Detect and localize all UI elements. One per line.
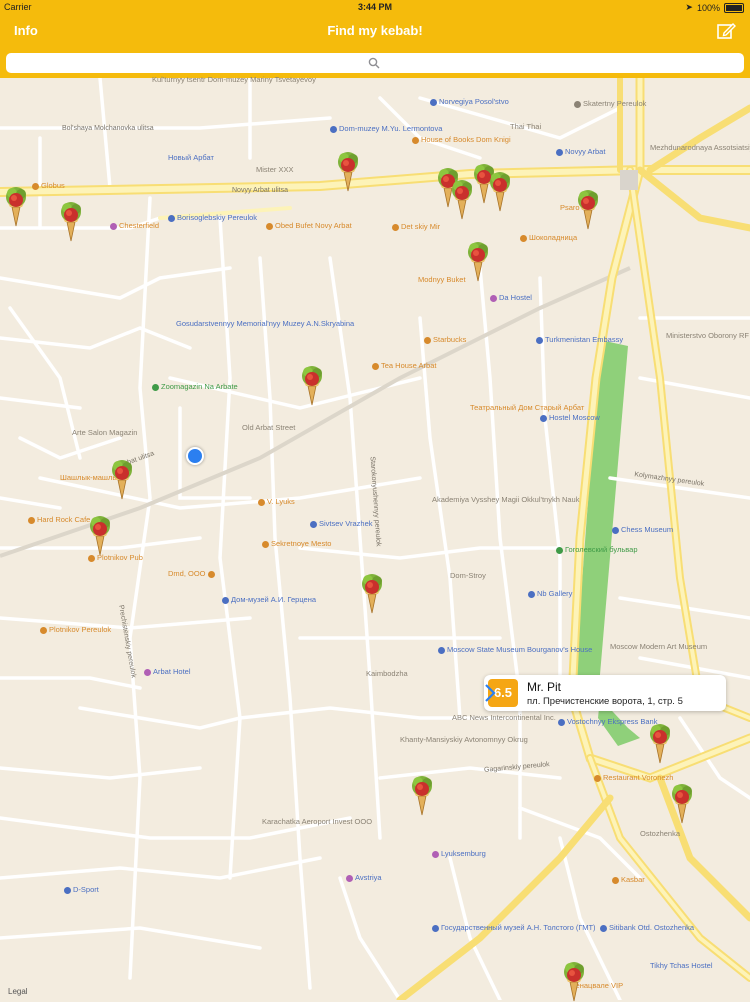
poi-label[interactable]: ABC News Intercontinental Inc. xyxy=(452,714,556,722)
poi-label[interactable]: Mezhdunarodnaya Assotsiatsiya Yuristov xyxy=(650,144,750,152)
navigation-bar: Info Find my kebab! xyxy=(0,14,750,48)
poi-label[interactable]: Starbucks xyxy=(424,336,466,344)
status-time: 3:44 PM xyxy=(357,2,392,12)
poi-label[interactable]: Hostel Moscow xyxy=(540,414,600,422)
poi-label[interactable]: Arbat Hotel xyxy=(144,668,191,676)
poi-label[interactable]: Plotnikov Pereulok xyxy=(40,626,111,634)
kebab-pin-icon[interactable] xyxy=(574,186,602,230)
search-bar[interactable] xyxy=(6,53,748,75)
poi-label[interactable]: Ministerstvo Oborony RF xyxy=(666,332,749,340)
page-title: Find my kebab! xyxy=(327,23,423,38)
battery-icon xyxy=(724,2,744,13)
poi-label[interactable]: Государственный музей А.Н. Толстого (ГМТ… xyxy=(432,924,596,932)
poi-label[interactable]: Khanty-Mansiyskiy Avtonomnyy Okrug xyxy=(400,736,528,744)
poi-label[interactable]: Avstriya xyxy=(346,874,382,882)
poi-label[interactable]: Sekretnoye Mesto xyxy=(262,540,331,548)
poi-label[interactable]: Mister XXX xyxy=(256,166,294,174)
kebab-pin-icon[interactable] xyxy=(108,456,136,500)
poi-label[interactable]: Modnyy Buket xyxy=(418,276,466,284)
poi-label[interactable]: Globus xyxy=(32,182,65,190)
kebab-pin-icon[interactable] xyxy=(2,183,30,227)
poi-label[interactable]: Театральный Дом Старый Арбат xyxy=(470,404,584,412)
battery-percent: 100% xyxy=(696,2,720,13)
poi-label[interactable]: Det skiy Mir xyxy=(392,223,440,231)
poi-label[interactable]: Old Arbat Street xyxy=(242,424,295,432)
poi-label[interactable]: Nb Gallery xyxy=(528,590,572,598)
kebab-pin-icon[interactable] xyxy=(334,148,362,192)
poi-label[interactable]: Гоголевский бульвар xyxy=(556,546,638,554)
poi-label[interactable]: House of Books Dom Knigi xyxy=(412,136,511,144)
poi-label[interactable]: Kul'turnyy tsentr Dom-muzey Mariny Tsvet… xyxy=(152,76,316,84)
poi-label[interactable]: Zoomagazin Na Arbate xyxy=(152,383,238,391)
kebab-pin-icon[interactable] xyxy=(646,720,674,764)
location-arrow-icon: ➤ xyxy=(685,2,693,12)
kebab-pin-icon[interactable] xyxy=(464,238,492,282)
poi-label[interactable]: D-Sport xyxy=(64,886,99,894)
user-location-dot xyxy=(186,447,204,465)
poi-label[interactable]: Gosudarstvennyy Memorial'nyy Muzey A.N.S… xyxy=(176,320,354,328)
poi-label[interactable]: Новый Арбат xyxy=(168,154,214,162)
search-icon xyxy=(368,57,380,69)
poi-label[interactable]: Hard Rock Cafe xyxy=(28,516,90,524)
search-area xyxy=(0,48,750,78)
kebab-pin-icon[interactable] xyxy=(408,772,436,816)
legal-link[interactable]: Legal xyxy=(8,987,28,996)
poi-label[interactable]: Lyuksemburg xyxy=(432,850,486,858)
poi-label[interactable]: Kaimbodzha xyxy=(366,670,408,678)
poi-label[interactable]: Arte Salon Magazin xyxy=(72,429,137,437)
poi-label[interactable]: Moscow State Museum Bourganov's House xyxy=(438,646,592,654)
poi-label[interactable]: Karachatka Aeroport Invest OOO xyxy=(262,818,372,826)
kebab-pin-icon[interactable] xyxy=(486,168,514,212)
poi-label[interactable]: Ostozhenka xyxy=(640,830,680,838)
poi-label[interactable]: Moscow Modern Art Museum xyxy=(610,643,707,651)
poi-label[interactable]: Dmd, OOO xyxy=(168,570,217,578)
poi-label[interactable]: V. Lyuks xyxy=(258,498,295,506)
kebab-pin-icon[interactable] xyxy=(57,198,85,242)
poi-label[interactable]: Chesterfield xyxy=(110,222,159,230)
poi-label[interactable]: Vostochnyy Ekspress Bank xyxy=(558,718,657,726)
map-view[interactable]: Bol'shaya Molchanovka ulitsa Novyy Arbat… xyxy=(0,76,750,1002)
place-callout[interactable]: 6.5 Mr. Pit пл. Пречистенские ворота, 1,… xyxy=(484,675,726,711)
place-name: Mr. Pit xyxy=(527,680,562,694)
poi-label[interactable]: Thai Thai xyxy=(510,123,541,131)
place-address: пл. Пречистенские ворота, 1, стр. 5 xyxy=(527,696,683,707)
poi-label[interactable]: Obed Bufet Novy Arbat xyxy=(266,222,352,230)
kebab-pin-icon[interactable] xyxy=(298,362,326,406)
status-right: ➤ 100% xyxy=(685,2,744,13)
poi-label[interactable]: Chess Museum xyxy=(612,526,673,534)
poi-label[interactable]: Akademiya Vysshey Magii Okkul'tnykh Nauk xyxy=(432,496,579,504)
poi-label[interactable]: Borisoglebskiy Pereulok xyxy=(168,214,257,222)
kebab-pin-icon[interactable] xyxy=(560,958,588,1002)
chevron-right-icon[interactable] xyxy=(484,683,496,703)
poi-label[interactable]: Tikhy Tchas Hostel xyxy=(650,962,713,970)
poi-label[interactable]: Дом-музей А.И. Герцена xyxy=(222,596,316,604)
street-label: Bol'shaya Molchanovka ulitsa xyxy=(62,125,154,132)
kebab-pin-icon[interactable] xyxy=(86,512,114,556)
poi-label[interactable]: Kasbar xyxy=(612,876,645,884)
poi-label[interactable]: Sitibank Otd. Ostozhenka xyxy=(600,924,694,932)
poi-label[interactable]: Dom-Stroy xyxy=(450,572,486,580)
poi-label[interactable]: Шоколадница xyxy=(520,234,577,242)
poi-label[interactable]: Novyy Arbat xyxy=(556,148,605,156)
poi-label[interactable]: Turkmenistan Embassy xyxy=(536,336,623,344)
poi-label[interactable]: Skatertny Pereulok xyxy=(574,100,646,108)
poi-label[interactable]: Dom-muzey M.Yu. Lermontova xyxy=(330,125,442,133)
kebab-pin-icon[interactable] xyxy=(358,570,386,614)
status-bar: Carrier 3:44 PM ➤ 100% xyxy=(0,0,750,14)
poi-label[interactable]: Restaurant Voronezh xyxy=(594,774,673,782)
poi-label[interactable]: Da Hostel xyxy=(490,294,532,302)
poi-label[interactable]: Sivtsev Vrazhek xyxy=(310,520,373,528)
street-label: Novyy Arbat ulitsa xyxy=(232,187,289,194)
poi-label[interactable]: Norvegiya Posol'stvo xyxy=(430,98,509,106)
kebab-pin-icon[interactable] xyxy=(668,780,696,824)
compose-icon[interactable] xyxy=(716,21,736,41)
poi-label[interactable]: Tea House Arbat xyxy=(372,362,436,370)
